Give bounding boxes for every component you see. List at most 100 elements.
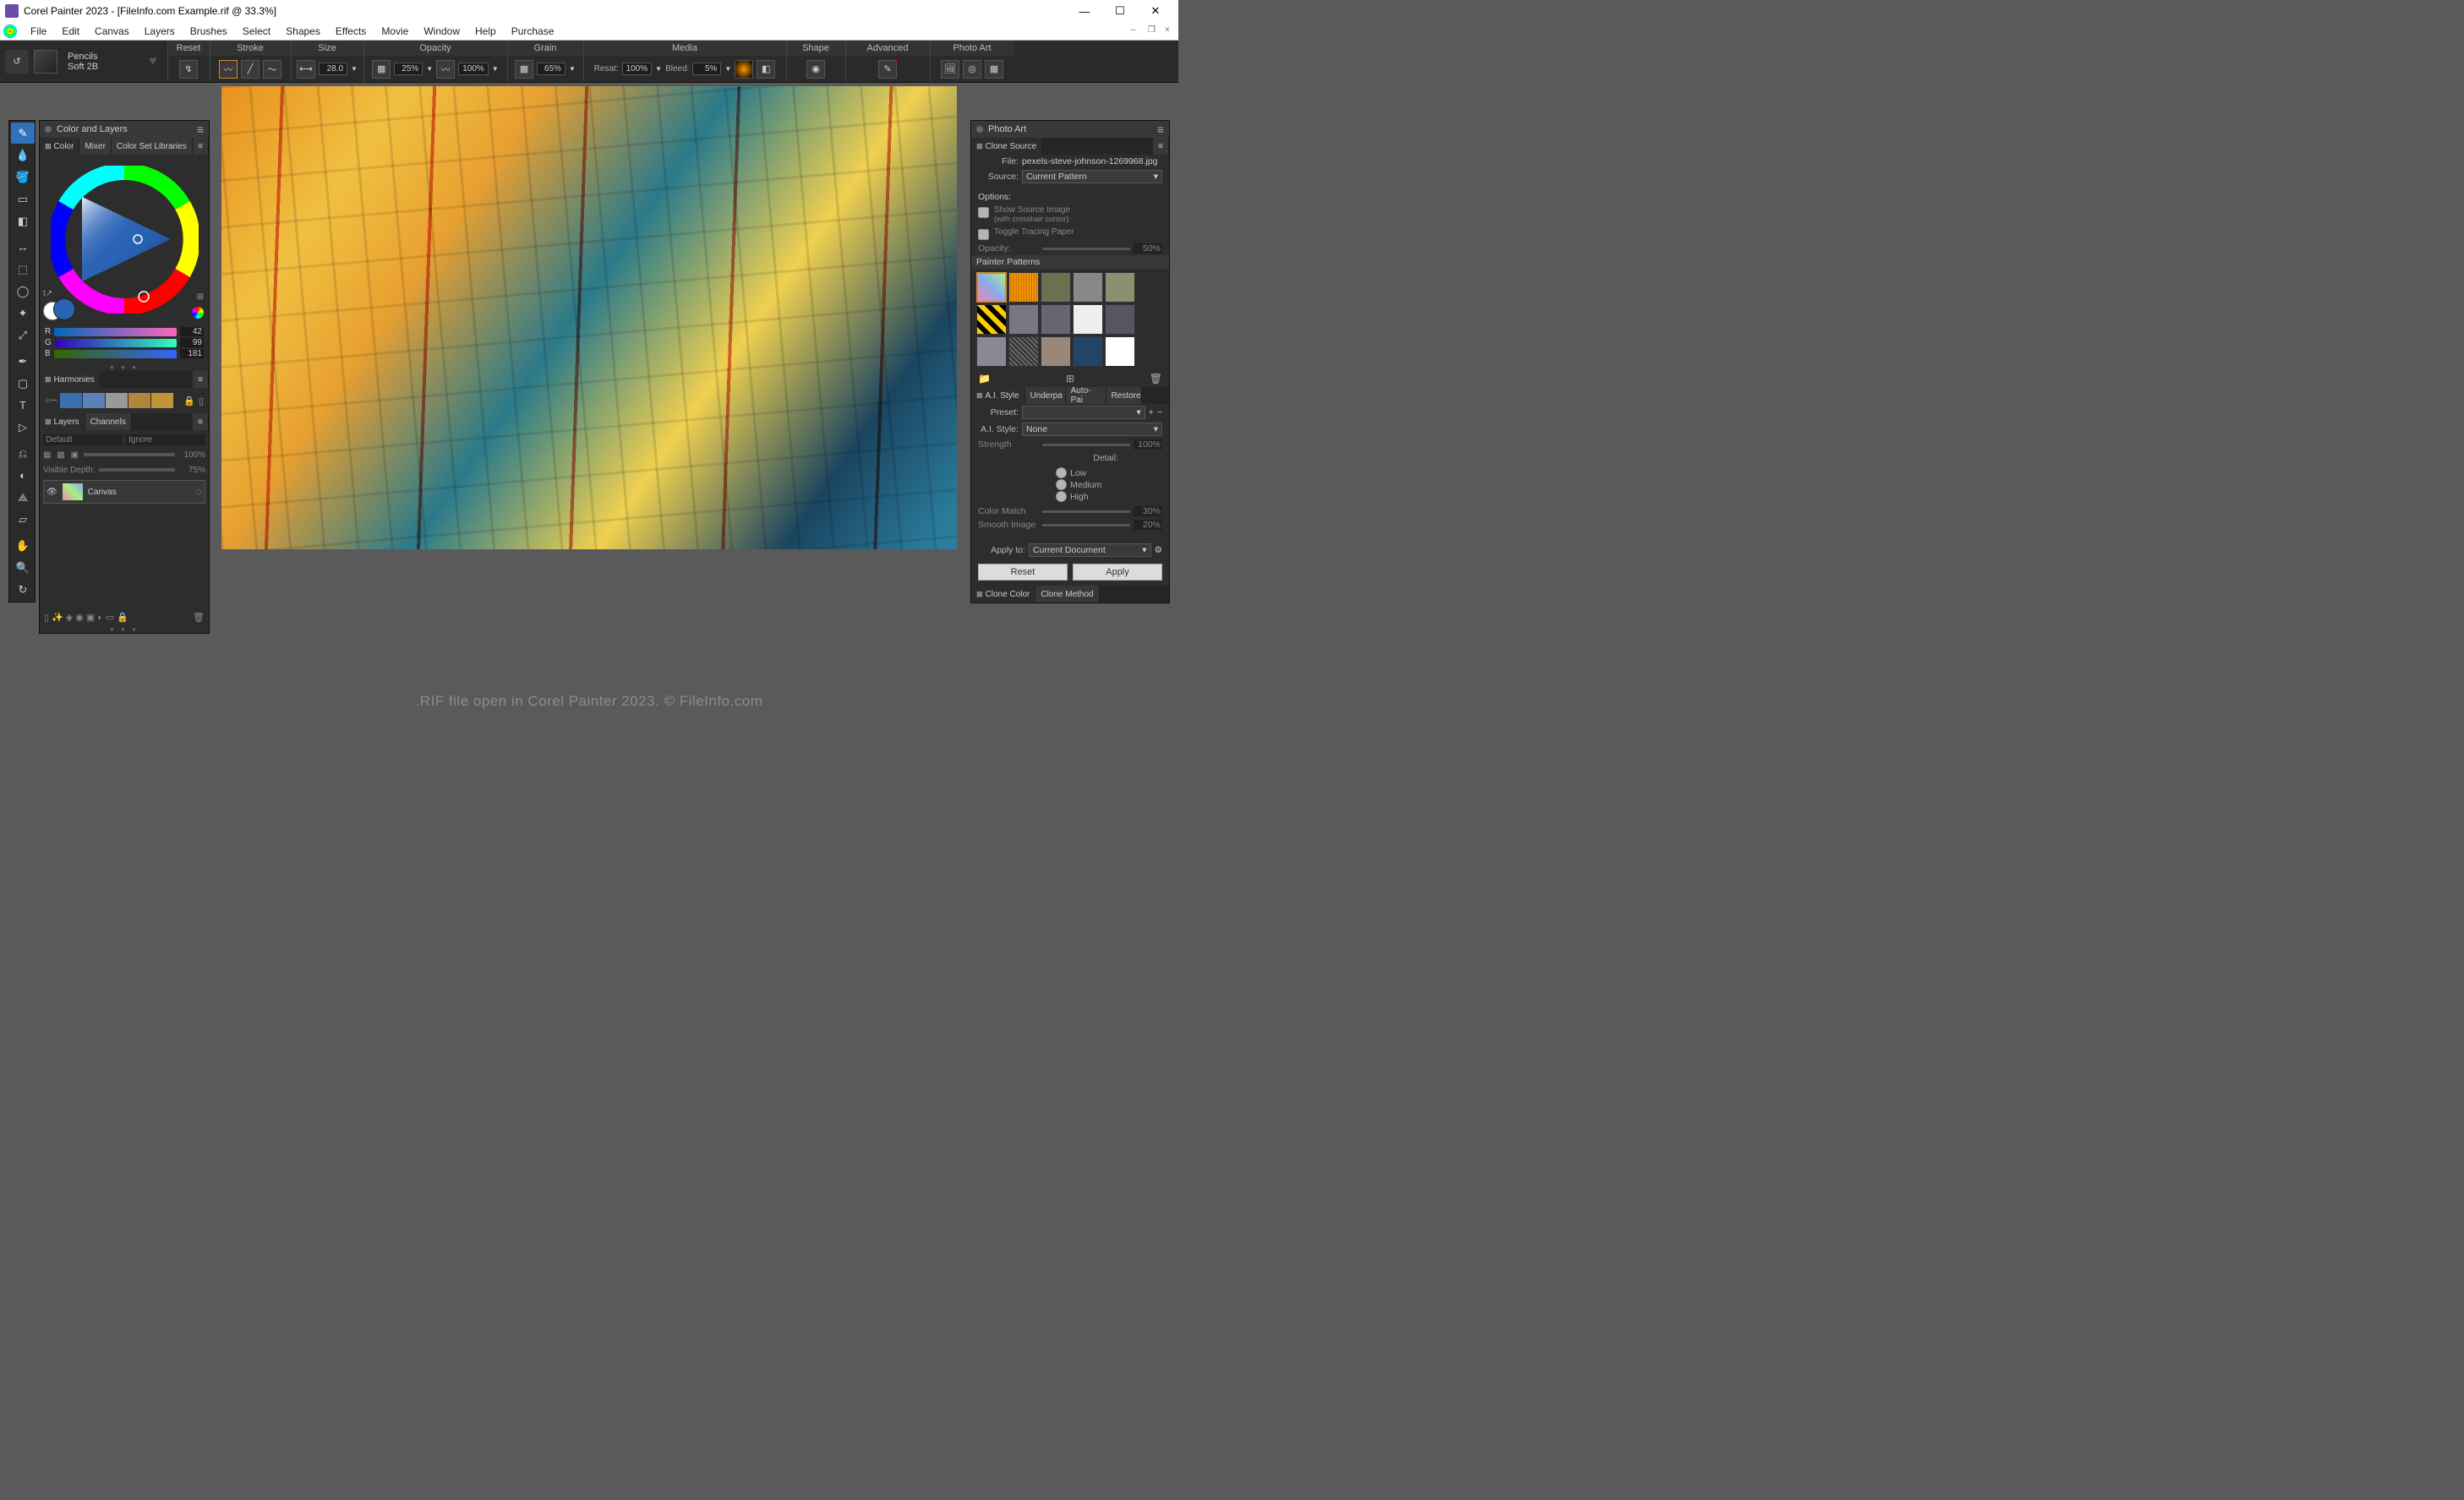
color-options-icon[interactable]: ⊞: [197, 292, 204, 302]
layer-icon5[interactable]: ▣: [86, 612, 95, 623]
layer-lock-icon[interactable]: 🔒: [117, 612, 128, 623]
pattern-cell[interactable]: [976, 272, 1007, 303]
text-tool[interactable]: T: [11, 395, 35, 416]
minimize-button[interactable]: —: [1067, 0, 1102, 22]
harmonies-menu[interactable]: ≡: [193, 371, 209, 388]
tab-colorset[interactable]: Color Set Libraries: [112, 138, 193, 155]
layer-icon6[interactable]: ◐: [97, 613, 103, 623]
menu-brushes[interactable]: Brushes: [183, 24, 234, 39]
menu-layers[interactable]: Layers: [138, 24, 182, 39]
brush-tool[interactable]: ✎: [11, 123, 35, 144]
layer-opacity-slider[interactable]: [84, 453, 175, 456]
applyto-dropdown[interactable]: Current Document▾: [1029, 543, 1151, 557]
layer-canvas[interactable]: 👁 Canvas ◇: [43, 480, 205, 504]
grain-icon[interactable]: ▩: [515, 60, 533, 79]
open-pattern-icon[interactable]: 📁: [978, 373, 991, 385]
hand-tool[interactable]: ✋: [11, 535, 35, 556]
tab-mixer[interactable]: Mixer: [79, 138, 111, 155]
menu-help[interactable]: Help: [468, 24, 503, 39]
gradient-tool[interactable]: ▭: [11, 188, 35, 210]
remove-preset-icon[interactable]: −: [1157, 407, 1162, 417]
pattern-cell[interactable]: [976, 336, 1007, 367]
resat-value[interactable]: 100%: [622, 63, 653, 75]
strength-slider[interactable]: [1042, 444, 1130, 446]
harmony-swatch[interactable]: [128, 393, 150, 408]
panel-grip[interactable]: [976, 126, 983, 133]
ignore-mode[interactable]: Ignore: [126, 434, 205, 445]
apply-button[interactable]: Apply: [1073, 564, 1162, 581]
tab-autopaint[interactable]: Auto-Pai: [1066, 387, 1106, 404]
paintbucket-tool[interactable]: 🪣: [11, 166, 35, 188]
tab-menu[interactable]: ≡: [193, 138, 209, 155]
layer-fx-icon[interactable]: ✨: [52, 612, 63, 623]
color-wheel[interactable]: t↗ ⊞: [40, 155, 209, 324]
layer-extra-icon[interactable]: ◇: [195, 488, 202, 497]
pattern-cell[interactable]: [1105, 304, 1135, 335]
layer-icons[interactable]: ▦ ▩ ▣: [43, 450, 80, 460]
grain-value[interactable]: 65%: [537, 63, 565, 75]
new-layer-icon[interactable]: ▯: [44, 612, 49, 623]
blue-slider[interactable]: [54, 350, 177, 358]
pattern-cell[interactable]: [976, 304, 1007, 335]
document-canvas[interactable]: [221, 86, 957, 549]
pattern-cell[interactable]: [1105, 336, 1135, 367]
opacity-value2[interactable]: 100%: [458, 63, 489, 75]
tab-restore[interactable]: Restore: [1106, 387, 1142, 404]
tab-harmonies[interactable]: ⊠Harmonies: [40, 371, 101, 388]
menu-effects[interactable]: Effects: [329, 24, 373, 39]
layer-icon4[interactable]: ◉: [75, 612, 84, 623]
menu-window[interactable]: Window: [417, 24, 467, 39]
harmony-swatch[interactable]: [60, 393, 82, 408]
source-dropdown[interactable]: Current Pattern▾: [1022, 170, 1162, 183]
doc-close[interactable]: ×: [1165, 25, 1177, 37]
tab-layers[interactable]: ⊠Layers: [40, 413, 85, 430]
harmony-type-icon[interactable]: ○─: [45, 395, 57, 406]
red-slider[interactable]: [54, 328, 177, 336]
layer-mask-icon[interactable]: ▭: [106, 612, 114, 623]
smooth-slider[interactable]: [1042, 524, 1130, 526]
favorite-icon[interactable]: ♥: [149, 54, 157, 69]
lasso-tool[interactable]: ◯: [11, 281, 35, 302]
stroke-freehand[interactable]: 〰: [219, 60, 238, 79]
doc-minimize[interactable]: –: [1131, 25, 1143, 37]
delete-pattern-icon[interactable]: 🗑: [1150, 373, 1162, 385]
tab-color[interactable]: ⊠Color: [40, 138, 79, 155]
panel-menu-icon[interactable]: ≡: [197, 123, 204, 136]
panel-menu-icon[interactable]: ≡: [1157, 123, 1164, 136]
menu-select[interactable]: Select: [236, 24, 277, 39]
mirror-tool[interactable]: ⟁: [11, 487, 35, 508]
reset-button[interactable]: ↯: [179, 60, 198, 79]
photoart-btn2[interactable]: ◎: [963, 60, 981, 79]
clone-tool[interactable]: ⎌: [11, 443, 35, 464]
layer-opacity-value[interactable]: 100%: [178, 450, 205, 460]
tab-ai-style[interactable]: ⊠A.I. Style: [971, 387, 1025, 404]
aistyle-dropdown[interactable]: None▾: [1022, 423, 1162, 436]
stroke-line[interactable]: ╱: [241, 60, 260, 79]
clone-menu[interactable]: ≡: [1153, 138, 1169, 155]
pattern-cell[interactable]: [1073, 304, 1103, 335]
dodge-tool[interactable]: ◐: [11, 465, 35, 486]
green-value[interactable]: 99: [180, 338, 204, 347]
transform-tool[interactable]: ↔: [11, 237, 35, 258]
temp-color-icon[interactable]: t↗: [43, 289, 52, 298]
opacity-icon[interactable]: ▦: [372, 60, 391, 79]
layer-icon3[interactable]: ◈: [66, 612, 73, 623]
green-slider[interactable]: [55, 339, 177, 347]
opacity-value[interactable]: 25%: [394, 63, 423, 75]
add-icon[interactable]: ▯: [199, 395, 204, 406]
blend-mode[interactable]: Default: [43, 434, 123, 445]
photoart-btn1[interactable]: 🖼: [941, 60, 959, 79]
primary-color-swatch[interactable]: [53, 298, 75, 320]
pen-tool[interactable]: ✒: [11, 351, 35, 372]
close-button[interactable]: ✕: [1138, 0, 1173, 22]
layers-menu[interactable]: ≡: [193, 413, 209, 430]
harmony-swatch[interactable]: [106, 393, 128, 408]
add-preset-icon[interactable]: +: [1149, 407, 1154, 417]
delete-layer-icon[interactable]: 🗑: [193, 612, 205, 623]
tab-channels[interactable]: Channels: [85, 413, 132, 430]
tab-clone-method[interactable]: Clone Method: [1035, 586, 1099, 603]
media-paper-icon[interactable]: ◧: [757, 60, 775, 79]
eraser-tool[interactable]: ◧: [11, 210, 35, 232]
media-color-icon[interactable]: [735, 60, 753, 79]
dropper-tool[interactable]: 💧: [11, 145, 35, 166]
